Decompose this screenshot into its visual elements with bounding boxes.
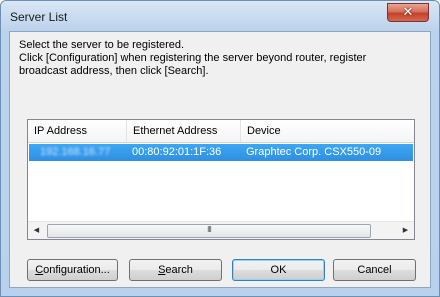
configuration-button[interactable]: Configuration...: [27, 259, 118, 281]
cell-ethernet-address: 00:80:92:01:1F:36: [132, 146, 222, 158]
instruction-line-1: Select the server to be registered.: [19, 39, 185, 51]
scroll-left-icon[interactable]: ◀: [28, 222, 45, 239]
close-icon: ✕: [402, 5, 414, 20]
column-device[interactable]: Device: [241, 120, 414, 142]
cell-device: Graphtec Corp. CSX550-09: [246, 146, 382, 158]
instructions-text: Select the server to be registered. Clic…: [19, 39, 419, 78]
scrollbar-thumb[interactable]: III: [47, 224, 371, 238]
cell-ip-address: 192.168.16.77: [40, 146, 111, 158]
horizontal-scrollbar[interactable]: ◀ III ▶: [28, 221, 414, 239]
scroll-right-icon[interactable]: ▶: [397, 222, 414, 239]
list-header: IP Address Ethernet Address Device: [28, 120, 414, 143]
server-list-view[interactable]: IP Address Ethernet Address Device 192.1…: [27, 119, 415, 240]
title-bar[interactable]: Server List ✕: [1, 1, 439, 31]
cancel-button[interactable]: Cancel: [333, 259, 416, 281]
table-row[interactable]: 192.168.16.77 00:80:92:01:1F:36 Graphtec…: [29, 144, 413, 161]
column-ip-address[interactable]: IP Address: [28, 120, 127, 142]
instruction-line-2: Click [Configuration] when registering t…: [19, 52, 367, 64]
ok-button[interactable]: OK: [232, 259, 325, 281]
scrollbar-grip: III: [207, 225, 212, 234]
search-button[interactable]: Search: [129, 259, 222, 281]
column-ethernet-address[interactable]: Ethernet Address: [127, 120, 241, 142]
close-button[interactable]: ✕: [387, 3, 429, 22]
window-title: Server List: [10, 10, 68, 24]
instruction-line-3: broadcast address, then click [Search].: [19, 65, 209, 77]
